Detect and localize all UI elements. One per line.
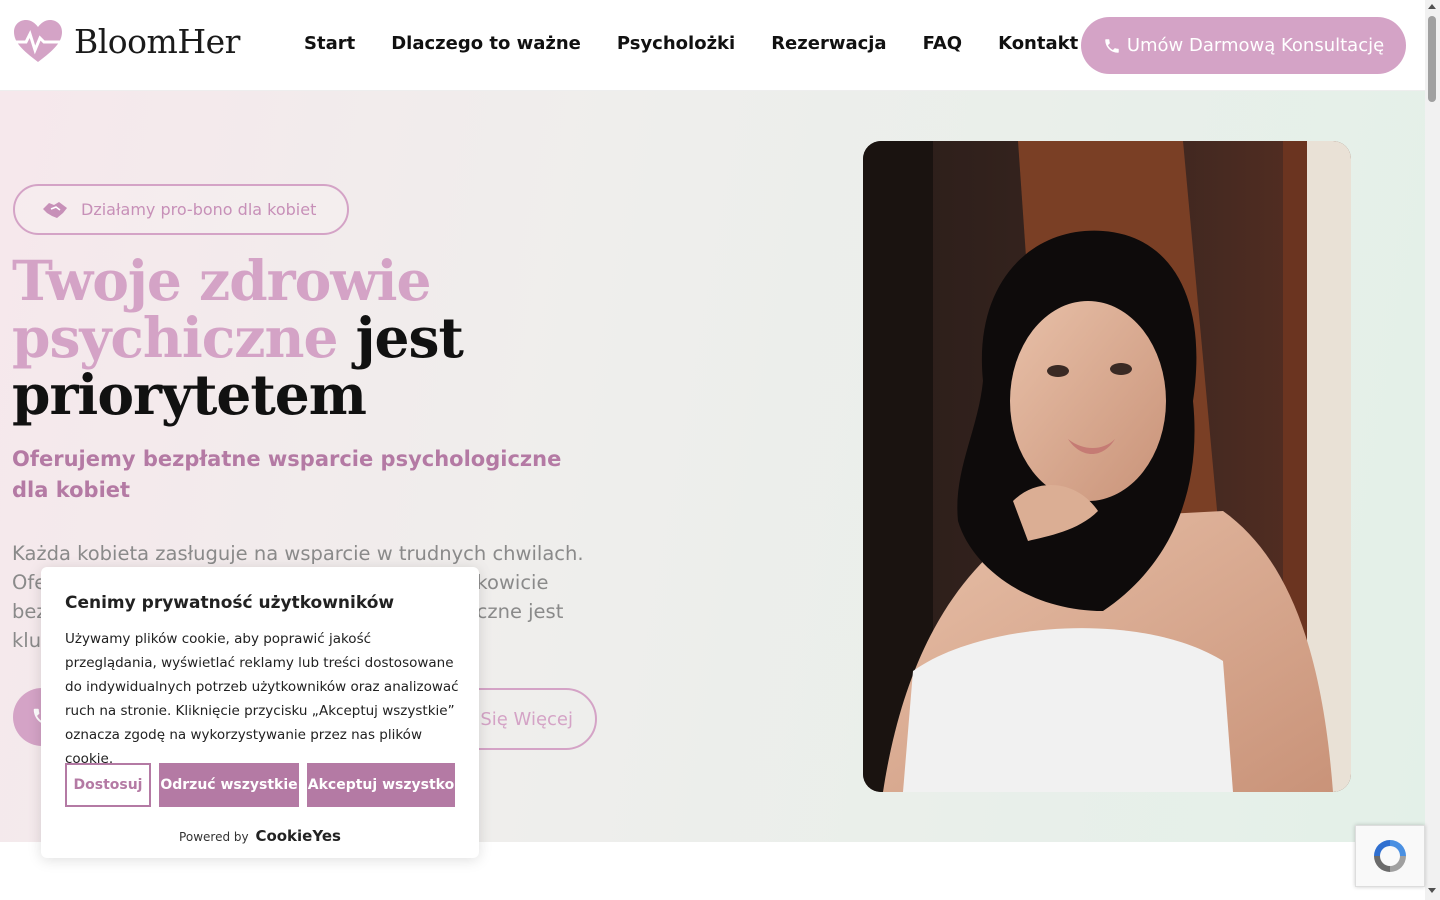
logo-text: BloomHer	[74, 21, 240, 61]
hero-subheadline: Oferujemy bezpłatne wsparcie psychologic…	[12, 447, 562, 502]
nav-item-start[interactable]: Start	[304, 33, 355, 54]
free-consultation-button[interactable]: Umów Darmową Konsultację	[1081, 17, 1406, 74]
cookie-title: Cenimy prywatność użytkowników	[65, 593, 395, 613]
hero-body-line: klu	[12, 629, 42, 652]
free-consultation-label: Umów Darmową Konsultację	[1126, 35, 1385, 56]
scroll-down-arrow-icon[interactable]	[1428, 888, 1436, 893]
recaptcha-badge[interactable]	[1355, 825, 1425, 887]
phone-icon	[1105, 38, 1119, 53]
pro-bono-badge: Działamy pro-bono dla kobiet	[13, 184, 349, 235]
heart-pulse-icon	[14, 20, 62, 62]
badge-label: Działamy pro-bono dla kobiet	[81, 200, 317, 219]
reject-all-button[interactable]: Odrzuć wszystkie	[159, 763, 299, 807]
powered-by-label: Powered by	[179, 830, 249, 844]
nav-item-contact[interactable]: Kontakt	[998, 33, 1078, 54]
hero-headline: Twoje zdrowie psychiczne jest priorytete…	[12, 252, 572, 423]
scrollbar[interactable]	[1425, 0, 1440, 900]
headline-part-3: jest	[355, 305, 464, 370]
site-header: BloomHer Start Dlaczego to ważne Psychol…	[0, 0, 1425, 91]
headline-part-2: psychiczne	[12, 305, 338, 370]
headline-part-4: priorytetem	[12, 362, 367, 427]
portrait-photo	[863, 141, 1351, 792]
nav-item-psychologists[interactable]: Psycholożki	[617, 33, 735, 54]
nav-item-why[interactable]: Dlaczego to ważne	[391, 33, 581, 54]
nav-item-faq[interactable]: FAQ	[923, 33, 962, 54]
scroll-up-arrow-icon[interactable]	[1428, 4, 1436, 9]
logo[interactable]: BloomHer	[12, 18, 240, 64]
recaptcha-icon	[1374, 840, 1406, 872]
accept-all-button[interactable]: Akceptuj wszystko	[307, 763, 455, 807]
learn-more-label: Się Więcej	[480, 708, 573, 730]
handshake-icon	[43, 201, 67, 218]
powered-by: Powered by CookieYes	[41, 827, 479, 845]
nav-item-booking[interactable]: Rezerwacja	[771, 33, 886, 54]
cookieyes-logo[interactable]: CookieYes	[255, 827, 341, 845]
headline-part-1: Twoje zdrowie	[12, 248, 432, 313]
main-nav: Start Dlaczego to ważne Psycholożki Reze…	[304, 33, 1114, 54]
portrait-image	[863, 141, 1351, 792]
hero-body-line: Każda kobieta zasługuje na wsparcie w tr…	[12, 542, 584, 565]
customize-button[interactable]: Dostosuj	[65, 763, 151, 807]
cookie-description: Używamy plików cookie, aby poprawić jako…	[65, 631, 459, 767]
cookie-consent-banner: Cenimy prywatność użytkowników Używamy p…	[41, 567, 479, 858]
scrollbar-thumb[interactable]	[1428, 16, 1436, 102]
